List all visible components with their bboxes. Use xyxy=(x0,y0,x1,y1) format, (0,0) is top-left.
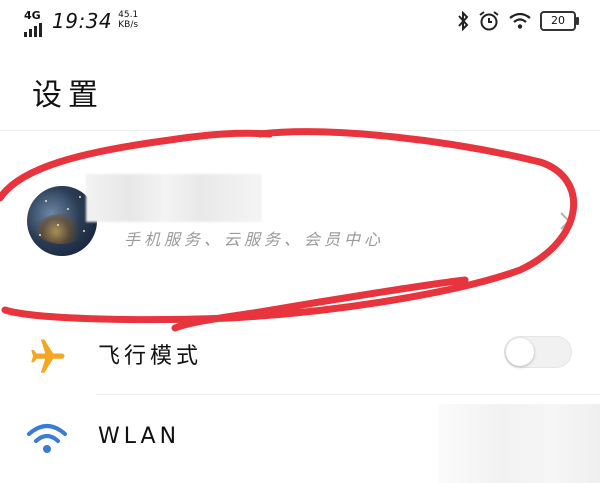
wlan-label: WLAN xyxy=(98,424,181,449)
wifi-icon xyxy=(27,424,67,453)
account-subtitle: 手机服务、云服务、会员中心 xyxy=(124,230,385,249)
account-name-redacted xyxy=(86,174,262,222)
status-bar: 4G 19:34 45.1 KB/s 20 xyxy=(0,0,600,44)
network-speed-value: 45.1 xyxy=(118,10,139,20)
network-indicator: 4G xyxy=(24,10,42,37)
network-speed-unit: KB/s xyxy=(118,20,139,30)
airplane-mode-label: 飞行模式 xyxy=(98,344,203,369)
clock: 19:34 xyxy=(52,9,113,33)
toggle-knob xyxy=(506,338,534,366)
bluetooth-icon xyxy=(458,11,469,31)
alarm-icon xyxy=(479,11,499,31)
page-title: 设置 xyxy=(32,78,104,113)
battery-icon: 20 xyxy=(540,11,579,31)
wifi-icon xyxy=(509,12,531,29)
airplane-mode-toggle[interactable] xyxy=(504,336,572,368)
settings-row-wlan[interactable]: WLAN xyxy=(0,396,600,480)
battery-level: 20 xyxy=(551,14,565,27)
signal-strength-icon xyxy=(24,23,42,37)
network-speed: 45.1 KB/s xyxy=(118,10,138,30)
chevron-right-icon xyxy=(560,212,571,230)
network-type: 4G xyxy=(24,9,41,22)
settings-row-airplane-mode[interactable]: 飞行模式 xyxy=(0,316,600,400)
divider xyxy=(96,394,600,395)
airplane-icon xyxy=(31,339,65,373)
